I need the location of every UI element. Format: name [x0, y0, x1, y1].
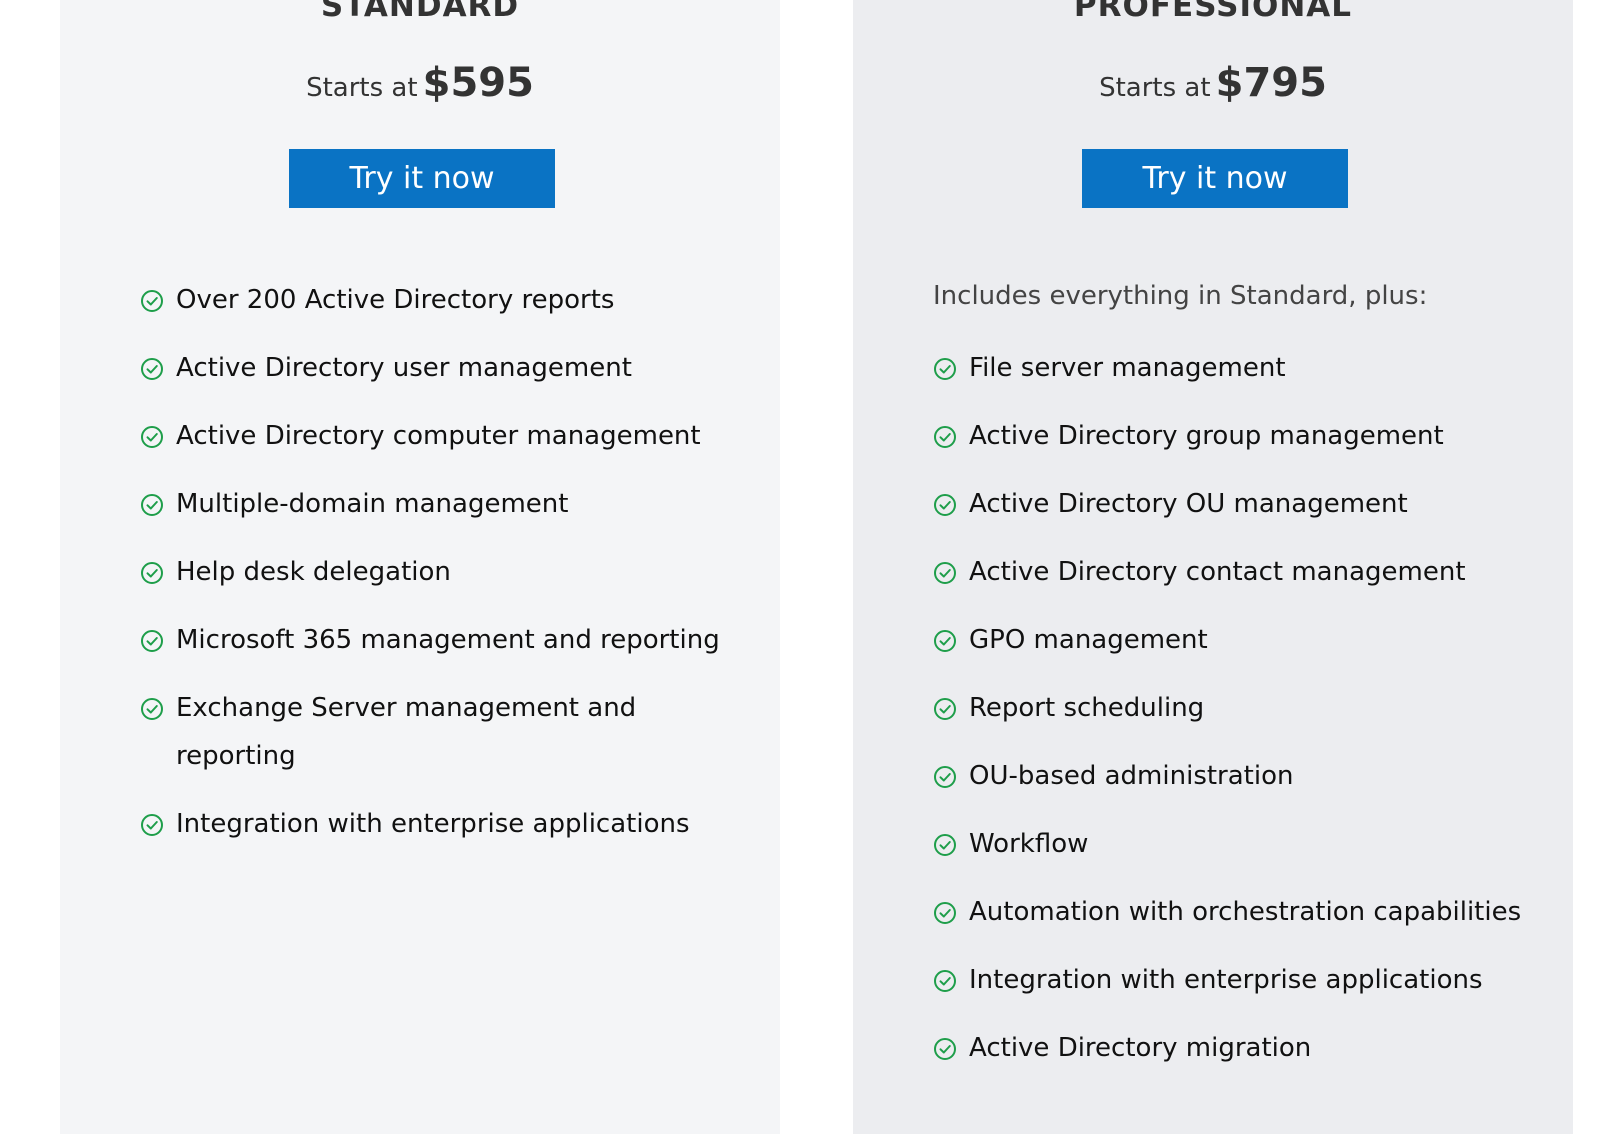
check-circle-icon [141, 290, 163, 312]
feature-item: Exchange Server management and reporting [140, 684, 760, 780]
feature-item: OU-based administration [933, 752, 1553, 800]
feature-label: Active Directory computer management [176, 421, 701, 451]
check-circle-icon [934, 902, 956, 924]
feature-item: Automation with orchestration capabiliti… [933, 888, 1553, 936]
feature-item: Help desk delegation [140, 548, 760, 596]
check-circle-icon [934, 426, 956, 448]
feature-label: Active Directory user management [176, 353, 632, 383]
feature-label: Automation with orchestration capabiliti… [969, 897, 1522, 927]
feature-item: Integration with enterprise applications [140, 800, 760, 848]
feature-item: GPO management [933, 616, 1553, 664]
check-circle-icon [141, 630, 163, 652]
feature-label: Active Directory contact management [969, 557, 1466, 587]
check-circle-icon [934, 1038, 956, 1060]
feature-item: Integration with enterprise applications [933, 956, 1553, 1004]
includes-intro: Includes everything in Standard, plus: [933, 281, 1428, 311]
price-row: Starts at $795 [853, 60, 1573, 106]
check-circle-icon [141, 358, 163, 380]
feature-item: Over 200 Active Directory reports [140, 276, 760, 324]
price-value: $595 [422, 60, 534, 106]
check-circle-icon [934, 562, 956, 584]
check-circle-icon [141, 494, 163, 516]
try-it-now-button[interactable]: Try it now [1082, 149, 1348, 208]
feature-label: Help desk delegation [176, 557, 451, 587]
price-prefix: Starts at [306, 73, 418, 103]
check-circle-icon [934, 698, 956, 720]
feature-label: GPO management [969, 625, 1208, 655]
feature-label: Integration with enterprise applications [176, 809, 690, 839]
check-circle-icon [141, 698, 163, 720]
feature-item: Microsoft 365 management and reporting [140, 616, 760, 664]
feature-item: Active Directory contact management [933, 548, 1553, 596]
price-prefix: Starts at [1099, 73, 1211, 103]
check-circle-icon [934, 358, 956, 380]
try-it-now-button[interactable]: Try it now [289, 149, 555, 208]
price-row: Starts at $595 [60, 60, 780, 106]
feature-label: Exchange Server management and reporting [176, 693, 637, 771]
check-circle-icon [141, 426, 163, 448]
pricing-page: STANDARD Starts at $595 Try it now Over … [0, 0, 1610, 1134]
price-value: $795 [1215, 60, 1327, 106]
feature-item: Active Directory group management [933, 412, 1553, 460]
feature-label: Microsoft 365 management and reporting [176, 625, 720, 655]
feature-item: Active Directory user management [140, 344, 760, 392]
feature-item: Active Directory OU management [933, 480, 1553, 528]
feature-label: Over 200 Active Directory reports [176, 285, 615, 315]
check-circle-icon [934, 630, 956, 652]
feature-item: File server management [933, 344, 1553, 392]
feature-item: Report scheduling [933, 684, 1553, 732]
check-circle-icon [934, 834, 956, 856]
plan-name: PROFESSIONAL [1073, 0, 1353, 24]
plan-card-professional: PROFESSIONAL Starts at $795 Try it now I… [853, 0, 1573, 1134]
check-circle-icon [934, 970, 956, 992]
feature-item: Workflow [933, 820, 1553, 868]
feature-label: Active Directory group management [969, 421, 1444, 451]
feature-item: Multiple-domain management [140, 480, 760, 528]
feature-label: Workflow [969, 829, 1089, 859]
feature-label: Integration with enterprise applications [969, 965, 1483, 995]
plan-card-standard: STANDARD Starts at $595 Try it now Over … [60, 0, 780, 1134]
check-circle-icon [934, 494, 956, 516]
feature-label: Multiple-domain management [176, 489, 569, 519]
feature-item: Active Directory migration [933, 1024, 1553, 1072]
feature-list: Includes everything in Standard, plus: Fi… [933, 276, 1553, 1092]
feature-label: Report scheduling [969, 693, 1205, 723]
check-circle-icon [141, 562, 163, 584]
feature-label: File server management [969, 353, 1286, 383]
check-circle-icon [141, 814, 163, 836]
check-circle-icon [934, 766, 956, 788]
feature-label: Active Directory OU management [969, 489, 1408, 519]
feature-item: Active Directory computer management [140, 412, 760, 460]
feature-list: Over 200 Active Directory reports Active … [140, 276, 760, 868]
plan-name: STANDARD [320, 0, 520, 24]
feature-label: OU-based administration [969, 761, 1294, 791]
feature-label: Active Directory migration [969, 1033, 1312, 1063]
